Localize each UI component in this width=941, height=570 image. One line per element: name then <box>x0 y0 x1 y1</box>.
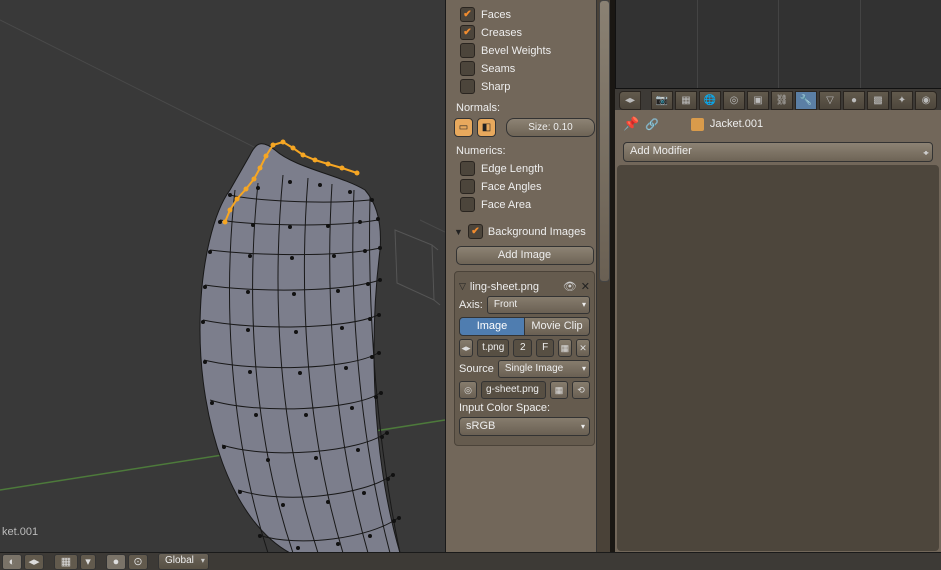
scene-tab[interactable]: 🌐 <box>699 91 721 110</box>
visibility-eye-icon[interactable]: 👁 <box>563 280 577 293</box>
particles-tab[interactable]: ✦ <box>891 91 913 110</box>
object-icon <box>691 118 704 131</box>
numerics-section-label: Numerics: <box>456 145 595 157</box>
normals-size-field[interactable]: Size: 0.10 <box>506 118 595 137</box>
bg-image-filename: ling-sheet.png <box>470 281 559 293</box>
axis-select[interactable]: Front <box>487 296 590 314</box>
fake-user-toggle[interactable]: F <box>536 339 554 357</box>
texture-tab[interactable]: ▩ <box>867 91 889 110</box>
timeline-area[interactable] <box>615 0 941 88</box>
object-tab[interactable]: ▣ <box>747 91 769 110</box>
sharp-label: Sharp <box>481 81 510 93</box>
face-area-checkbox[interactable] <box>460 197 475 212</box>
unlink-image-button[interactable]: ✕ <box>576 339 590 357</box>
transform-orientation-select[interactable]: Global <box>158 553 209 570</box>
normals-section-label: Normals: <box>456 102 595 114</box>
bg-images-title: Background Images <box>488 226 586 238</box>
remove-bg-image-button[interactable]: ✕ <box>581 280 590 293</box>
viewport-header: ◐ ◂▸ ▦ ▾ ● ⊙ Global <box>0 552 941 570</box>
edge-length-checkbox[interactable] <box>460 161 475 176</box>
image-datablock-name[interactable]: t.png <box>477 339 509 357</box>
scene-link-icon[interactable]: 🔗 <box>645 118 659 131</box>
face-angles-checkbox[interactable] <box>460 179 475 194</box>
movie-clip-tab[interactable]: Movie Clip <box>525 317 590 336</box>
bevel-weights-checkbox[interactable] <box>460 43 475 58</box>
seams-label: Seams <box>481 63 515 75</box>
image-user-count[interactable]: 2 <box>513 339 532 357</box>
breadcrumb-object[interactable]: Jacket.001 <box>710 118 763 130</box>
axis-label: Axis: <box>459 299 483 311</box>
properties-panel: 📌 🔗 Jacket.001 Add Modifier <box>615 110 941 553</box>
pin-icon[interactable]: 📌 <box>623 116 639 132</box>
face-normals-toggle[interactable]: ◧ <box>477 118 496 137</box>
colorspace-select[interactable]: sRGB <box>459 417 590 436</box>
entry-disclosure[interactable]: ▽ <box>459 281 466 292</box>
bevel-weights-label: Bevel Weights <box>481 45 551 57</box>
image-filepath-field[interactable]: g-sheet.png <box>481 381 546 399</box>
modifiers-tab[interactable]: 🔧 <box>795 91 817 110</box>
edge-length-label: Edge Length <box>481 163 543 175</box>
source-label: Source <box>459 363 494 375</box>
3d-viewport[interactable]: ket.001 <box>0 0 445 553</box>
bg-image-entry: ▽ ling-sheet.png 👁 ✕ Axis: Front Image M… <box>454 271 595 446</box>
reload-image-button[interactable]: ⟲ <box>572 381 590 399</box>
material-tab[interactable]: ● <box>843 91 865 110</box>
viewport-shading-button[interactable]: ● <box>106 554 126 570</box>
face-area-label: Face Area <box>481 199 531 211</box>
image-datablock-icon[interactable]: ◂▸ <box>459 339 473 357</box>
render-tab[interactable]: 📷 <box>651 91 673 110</box>
browse-file-button[interactable]: ▦ <box>550 381 568 399</box>
vertex-normals-toggle[interactable]: ▭ <box>454 118 473 137</box>
add-image-button[interactable]: Add Image <box>456 246 594 265</box>
source-select[interactable]: Single Image <box>498 360 590 378</box>
constraints-tab[interactable]: ⛓ <box>771 91 793 110</box>
image-tab[interactable]: Image <box>459 317 525 336</box>
scroll-thumb[interactable] <box>599 0 610 282</box>
properties-header: ◂▸ 📷 ▦ 🌐 ◎ ▣ ⛓ 🔧 ▽ ● ▩ ✦ ◉ <box>615 88 941 112</box>
viewport-canvas <box>0 0 445 553</box>
open-image-button[interactable]: ▦ <box>558 339 572 357</box>
active-object-label: ket.001 <box>2 526 38 538</box>
mode-icon[interactable]: ▦ <box>54 554 78 570</box>
data-tab[interactable]: ▽ <box>819 91 841 110</box>
seams-checkbox[interactable] <box>460 61 475 76</box>
pack-image-button[interactable]: ◎ <box>459 381 477 399</box>
properties-n-panel: Faces Creases Bevel Weights Seams Sharp … <box>445 0 612 553</box>
editor-type-menu[interactable]: ◐ <box>2 554 22 570</box>
editor-type-button[interactable]: ◂▸ <box>619 91 641 110</box>
creases-checkbox[interactable] <box>460 25 475 40</box>
pivot-point-button[interactable]: ⊙ <box>128 554 148 570</box>
colorspace-label: Input Color Space: <box>459 402 590 414</box>
modifier-stack-area <box>617 165 939 551</box>
creases-label: Creases <box>481 27 522 39</box>
physics-tab[interactable]: ◉ <box>915 91 937 110</box>
bg-images-disclosure[interactable]: ▼ <box>454 227 463 237</box>
world-tab[interactable]: ◎ <box>723 91 745 110</box>
add-modifier-select[interactable]: Add Modifier <box>623 142 933 162</box>
header-menu-toggle[interactable]: ◂▸ <box>24 554 44 570</box>
bg-images-enable-checkbox[interactable] <box>468 224 483 239</box>
render-layers-tab[interactable]: ▦ <box>675 91 697 110</box>
faces-label: Faces <box>481 9 511 21</box>
sharp-checkbox[interactable] <box>460 79 475 94</box>
n-panel-scrollbar[interactable] <box>596 0 611 553</box>
faces-checkbox[interactable] <box>460 7 475 22</box>
face-angles-label: Face Angles <box>481 181 542 193</box>
mode-select[interactable]: ▾ <box>80 554 96 570</box>
